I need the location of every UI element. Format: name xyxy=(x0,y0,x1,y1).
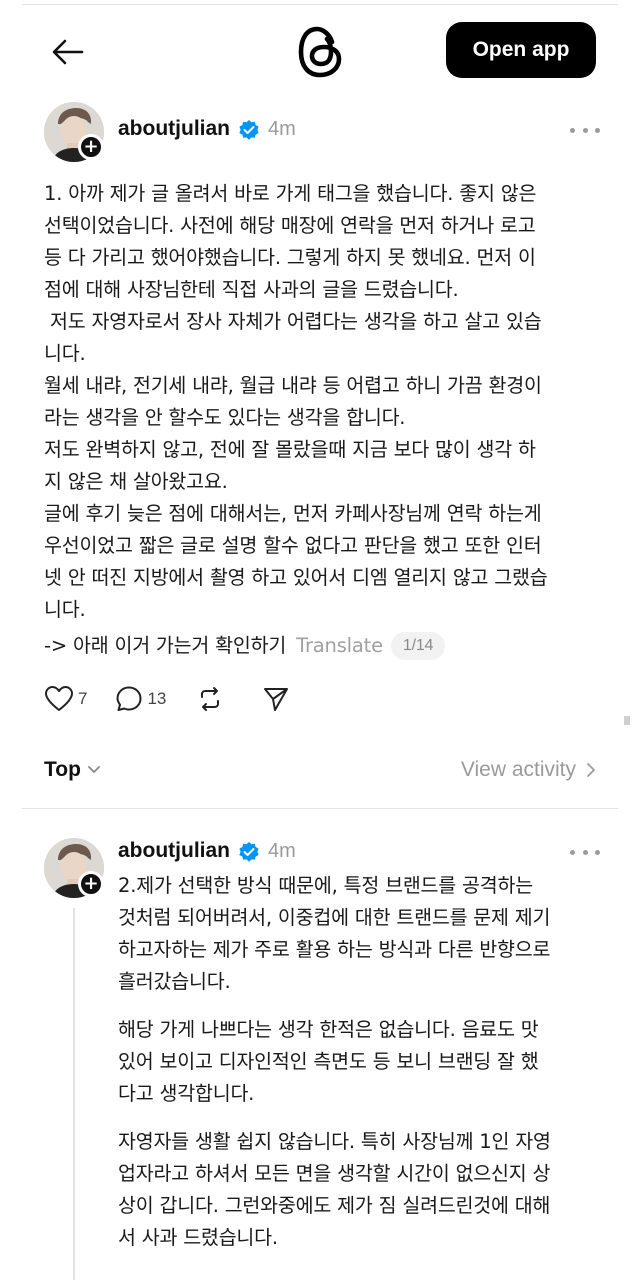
reply-follow-plus-icon[interactable]: + xyxy=(78,871,104,897)
reply-time: 4m xyxy=(268,840,296,862)
top-divider xyxy=(22,4,618,5)
scroll-indicator xyxy=(624,716,630,725)
replies-sort-bar: Top View activity xyxy=(44,758,596,790)
view-activity-link[interactable]: View activity xyxy=(461,758,596,782)
reply-more-options-icon[interactable] xyxy=(570,845,600,859)
follow-plus-icon[interactable]: + xyxy=(78,134,104,160)
chevron-down-icon xyxy=(88,766,100,774)
repost-icon xyxy=(201,687,220,711)
repost-button[interactable] xyxy=(196,685,224,713)
reply-paragraph-2: 해당 가게 나쁘다는 생각 한적은 없습니다. 음료도 맛 있어 보이고 디자인… xyxy=(118,1018,539,1105)
like-button[interactable]: 7 xyxy=(44,685,87,713)
sort-label: Top xyxy=(44,758,81,781)
reply-button[interactable]: 13 xyxy=(115,685,166,713)
verified-badge-icon xyxy=(239,842,259,862)
section-divider xyxy=(22,808,618,809)
reply-count: 13 xyxy=(147,689,167,708)
post-time: 4m xyxy=(268,118,296,140)
share-button[interactable] xyxy=(262,685,290,713)
open-app-button[interactable]: Open app xyxy=(446,22,596,78)
sort-dropdown[interactable]: Top xyxy=(44,758,101,782)
like-count: 7 xyxy=(78,689,88,708)
cut-off-text xyxy=(118,1266,608,1280)
threads-logo-icon[interactable] xyxy=(296,24,344,80)
heart-icon xyxy=(45,686,73,711)
reply-paragraph-3: 자영자들 생활 쉽지 않습니다. 특히 사장님께 1인 자영 업자라고 하셔서 … xyxy=(118,1130,551,1249)
reply-username[interactable]: aboutjulian xyxy=(118,839,230,863)
more-options-icon[interactable] xyxy=(570,123,600,137)
reply-paragraph-1: 2.제가 선택한 방식 때문에, 특정 브랜드를 공격하는 것처럼 되어버려서,… xyxy=(118,874,551,993)
post-actions: 7 13 xyxy=(44,684,314,714)
back-button[interactable] xyxy=(48,32,88,72)
translate-link[interactable]: Translate xyxy=(296,634,383,657)
app-header: Open app xyxy=(0,18,640,82)
post-username[interactable]: aboutjulian xyxy=(118,117,230,141)
thread-line xyxy=(73,908,75,1280)
comment-icon xyxy=(116,686,142,711)
view-activity-label: View activity xyxy=(460,758,576,781)
chevron-right-icon xyxy=(587,763,596,777)
page-indicator: 1/14 xyxy=(390,632,446,660)
post-last-line-text: -> 아래 이거 가는거 확인하기 xyxy=(44,634,287,657)
post-body: 1. 아까 제가 글 올려서 바로 가게 태그을 했습니다. 좋지 않은 선택이… xyxy=(44,182,548,621)
send-icon xyxy=(264,688,289,711)
post-last-line: -> 아래 이거 가는거 확인하기 Translate 1/14 xyxy=(44,630,614,662)
verified-badge-icon xyxy=(239,120,259,140)
threads-post-page: Open app + aboutjulian 4m 1. 아까 제가 글 올려서… xyxy=(0,0,640,1280)
arrow-left-icon xyxy=(52,39,84,65)
